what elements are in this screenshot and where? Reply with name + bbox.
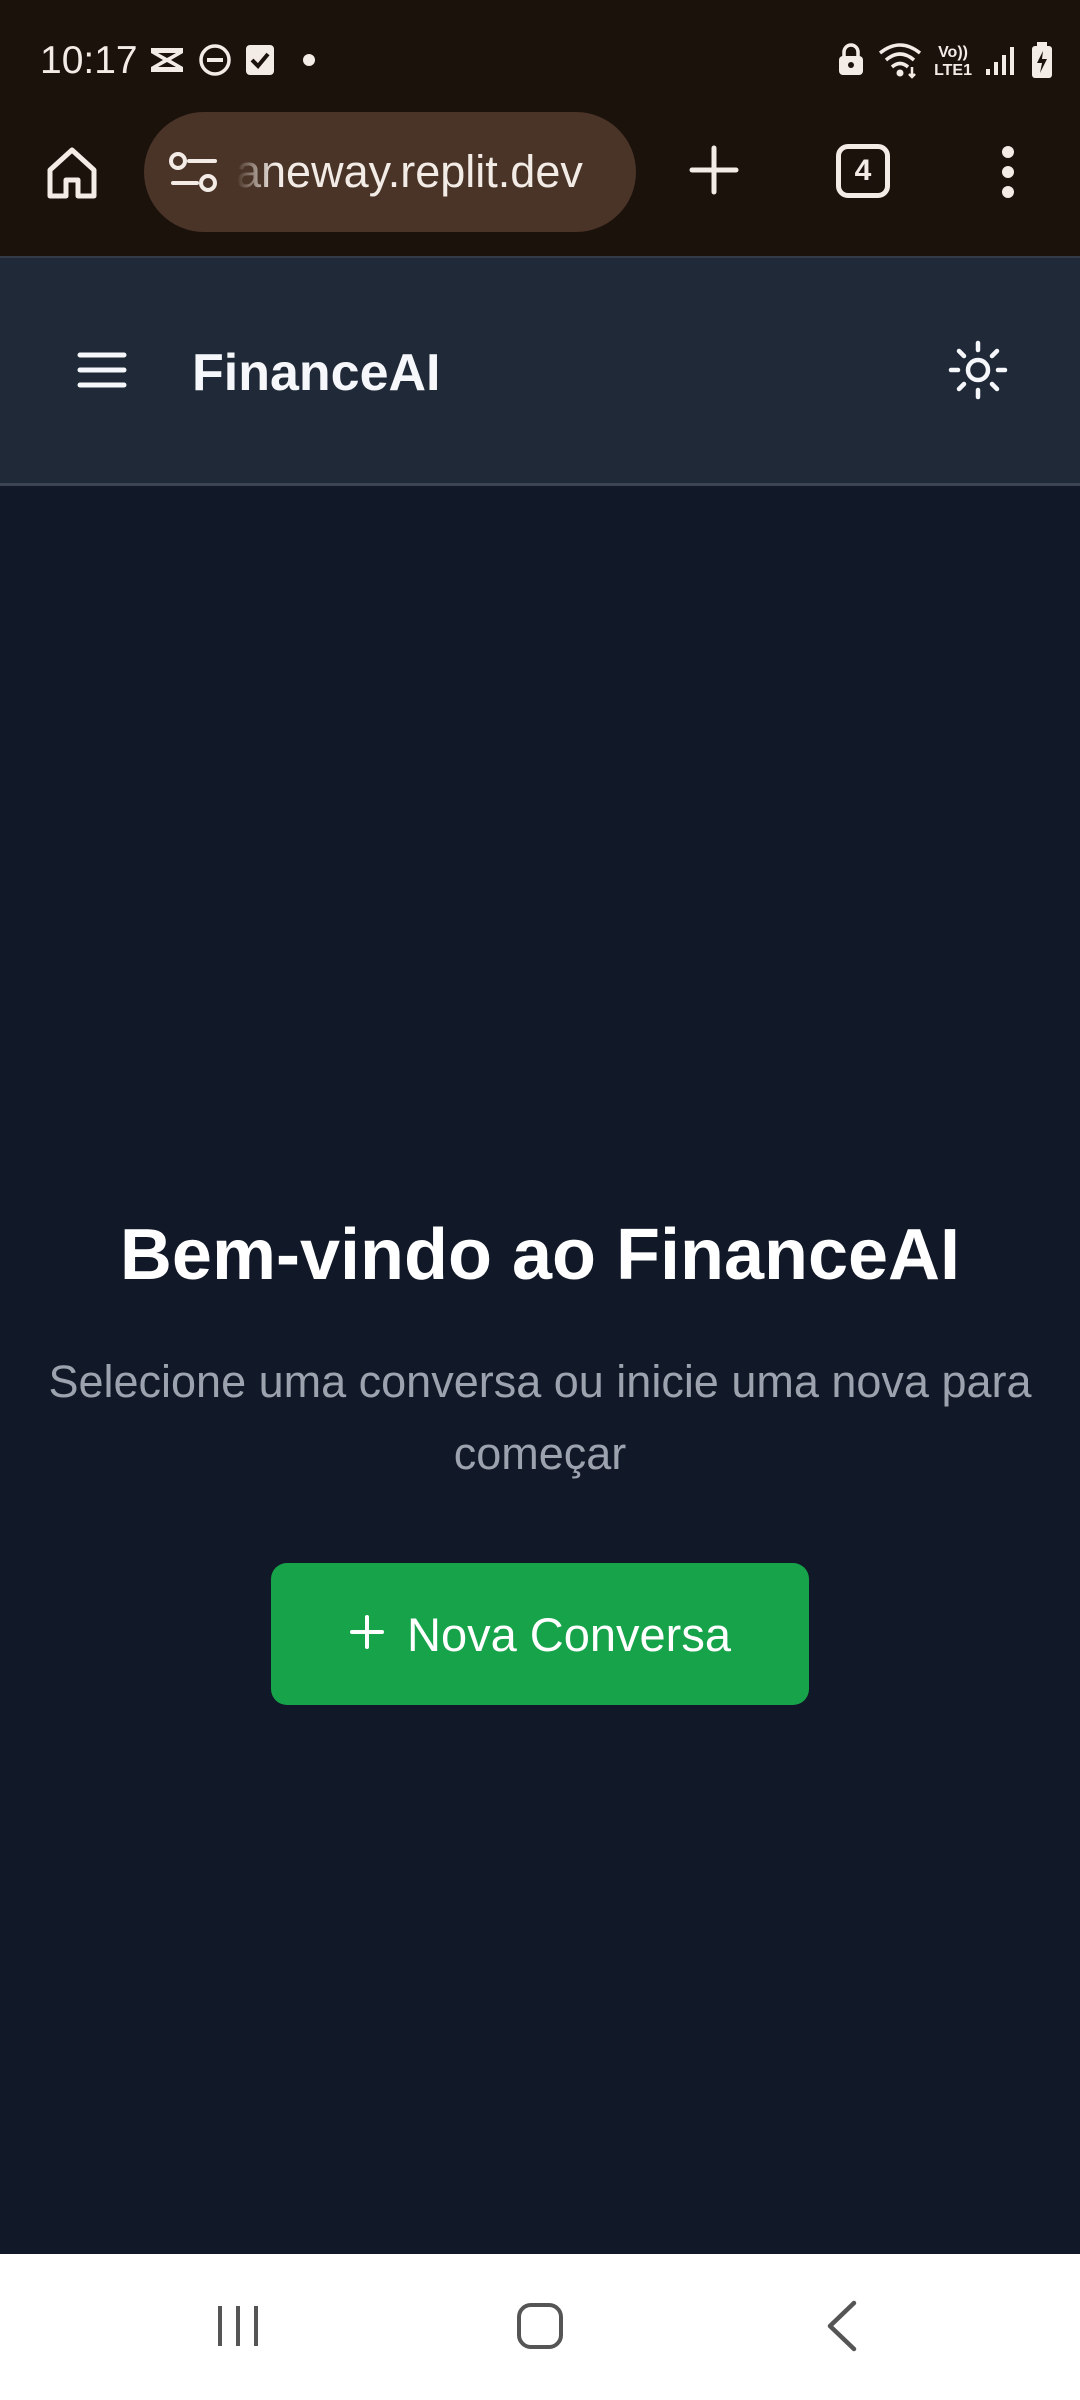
new-tab-button[interactable]	[672, 130, 756, 214]
welcome-subtitle: Selecione uma conversa ou inicie uma nov…	[48, 1356, 1032, 1479]
do-not-disturb-icon	[198, 43, 232, 82]
checkbox-icon	[244, 43, 276, 82]
capcut-icon	[148, 44, 186, 81]
home-icon	[42, 142, 102, 207]
site-settings-icon[interactable]	[166, 144, 222, 200]
sidebar-toggle-button[interactable]	[62, 334, 142, 410]
chevron-left-icon	[822, 2299, 862, 2358]
lock-icon	[836, 42, 866, 82]
address-bar[interactable]: aneway.replit.dev	[144, 112, 636, 232]
plus-icon	[349, 1614, 385, 1655]
home-button[interactable]	[30, 134, 114, 214]
url-fade	[230, 112, 274, 232]
new-conversation-button[interactable]: Nova Conversa	[271, 1563, 809, 1705]
status-left-icons	[148, 40, 316, 84]
status-time: 10:17	[40, 39, 138, 82]
browser-chrome: 10:17 Vo)) LTE1 aneway.replit.dev 4	[0, 0, 1080, 256]
app-title: FinanceAI	[192, 344, 441, 402]
new-conversation-label: Nova Conversa	[407, 1607, 731, 1661]
battery-charging-icon	[1030, 41, 1054, 84]
volte-lte-icon: Vo)) LTE1	[934, 44, 972, 80]
app-header: FinanceAI	[0, 256, 1080, 486]
url-text[interactable]: aneway.replit.dev	[236, 112, 636, 232]
more-vertical-icon	[1000, 145, 1016, 204]
recent-apps-button[interactable]	[178, 2284, 298, 2372]
browser-menu-button[interactable]	[976, 134, 1040, 214]
wifi-icon	[878, 41, 922, 84]
dot-icon	[302, 53, 316, 72]
tab-switcher-button[interactable]: 4	[836, 144, 890, 198]
plus-icon	[688, 144, 740, 201]
back-button[interactable]	[782, 2284, 902, 2372]
recent-apps-icon	[213, 2301, 263, 2356]
status-right-icons: Vo)) LTE1	[836, 38, 1054, 86]
signal-icon	[984, 43, 1018, 82]
theme-toggle-button[interactable]	[938, 332, 1018, 412]
volte-label: Vo))	[938, 44, 968, 61]
main-content: Bem-vindo ao FinanceAI Selecione uma con…	[0, 486, 1080, 2254]
menu-icon	[77, 350, 127, 395]
sun-icon	[948, 340, 1008, 405]
system-navigation-bar	[0, 2254, 1080, 2400]
home-nav-button[interactable]	[480, 2284, 600, 2372]
home-square-icon	[515, 2301, 565, 2356]
welcome-title: Bem-vindo ao FinanceAI	[119, 1215, 961, 1295]
lte-label: LTE1	[934, 62, 972, 79]
